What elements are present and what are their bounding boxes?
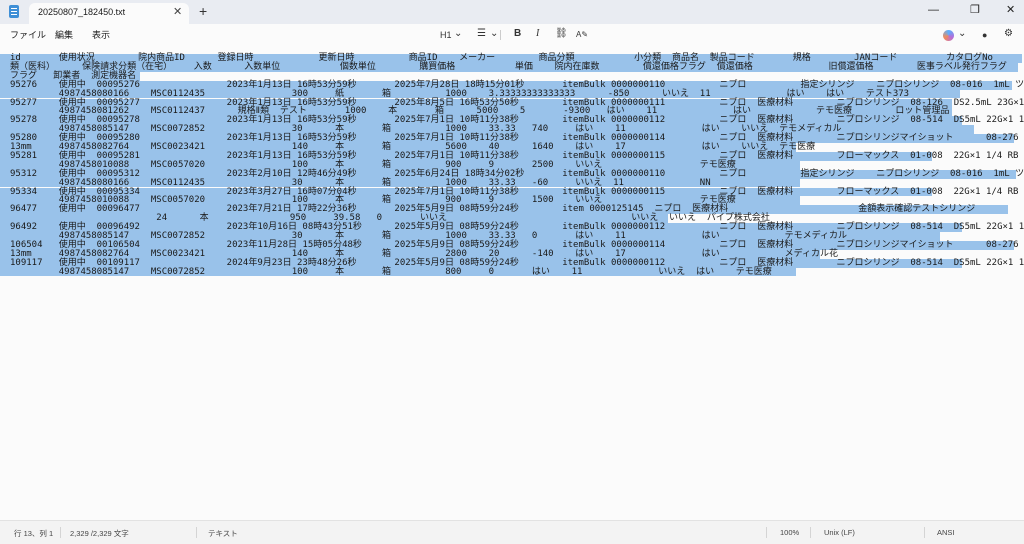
- heading-dropdown[interactable]: H1: [440, 28, 452, 42]
- line-ending[interactable]: Unix (LF): [824, 528, 855, 537]
- status-divider: [766, 527, 767, 538]
- toolbar-divider: [500, 30, 501, 40]
- title-bar: 20250807_182450.txt ✕ + — ❐ ✕: [0, 0, 1024, 24]
- close-window-icon[interactable]: ✕: [1006, 3, 1015, 17]
- spellcheck-icon[interactable]: A✎: [576, 28, 588, 42]
- menu-file[interactable]: ファイル: [10, 28, 46, 41]
- status-divider: [924, 527, 925, 538]
- status-bar: 行 13、列 1 2,329 /2,329 文字 テキスト 100% Unix …: [0, 520, 1024, 544]
- heading-chevron-icon[interactable]: ⌄: [454, 27, 462, 41]
- status-divider: [196, 527, 197, 538]
- account-icon[interactable]: ●: [982, 28, 987, 42]
- status-divider: [60, 527, 61, 538]
- list-icon[interactable]: ☰: [477, 27, 486, 41]
- menu-edit[interactable]: 編集: [55, 28, 73, 41]
- text-line: 4987458085147 MSC0072852 100 本 箱 800 0 は…: [10, 266, 772, 277]
- status-divider: [810, 527, 811, 538]
- bold-icon[interactable]: B: [514, 27, 521, 41]
- file-format: テキスト: [208, 529, 238, 538]
- link-icon[interactable]: ⛓: [555, 27, 568, 41]
- minimize-icon[interactable]: —: [928, 3, 939, 17]
- list-chevron-icon[interactable]: ⌄: [490, 27, 498, 41]
- text-line: 類（医科） 保険請求分類（在宅） 入数 入数単位 個数単位 購買価格 単価 院内…: [10, 61, 1024, 72]
- menu-bar: ファイル 編集 表示 H1 ⌄ ☰ ⌄ B I ⛓ A✎ ⌄ ● ⚙: [0, 24, 1024, 45]
- cursor-position: 行 13、列 1: [14, 529, 54, 538]
- text-encoding[interactable]: ANSI: [937, 528, 955, 537]
- zoom-level[interactable]: 100%: [780, 528, 799, 537]
- document-tab[interactable]: 20250807_182450.txt ✕: [29, 3, 189, 24]
- notepad-app-icon: [9, 5, 19, 18]
- maximize-icon[interactable]: ❐: [970, 3, 980, 17]
- copilot-icon[interactable]: [943, 30, 954, 41]
- new-tab-button[interactable]: +: [199, 3, 207, 19]
- text-editor[interactable]: id 使用状況 院内商品ID 登録日時 更新日時 商品ID メーカー 商品分類 …: [0, 45, 1024, 520]
- character-count: 2,329 /2,329 文字: [70, 529, 129, 538]
- menu-view[interactable]: 表示: [92, 28, 110, 41]
- copilot-chevron-icon[interactable]: ⌄: [958, 27, 966, 41]
- tab-title: 20250807_182450.txt: [38, 7, 126, 17]
- close-tab-icon[interactable]: ✕: [173, 6, 182, 18]
- italic-icon[interactable]: I: [536, 27, 539, 41]
- settings-gear-icon[interactable]: ⚙: [1004, 27, 1013, 41]
